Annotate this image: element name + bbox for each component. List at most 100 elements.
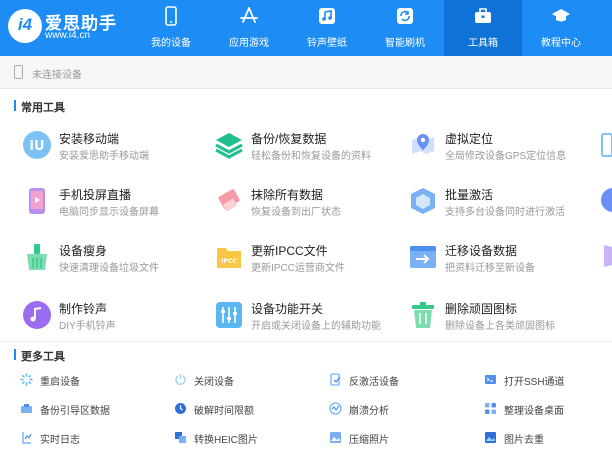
tool-screen-mirror[interactable]: 手机投屏直播 电脑同步显示设备屏幕 [22,183,212,223]
more-tool-ssh[interactable]: 打开SSH通道 [484,372,612,388]
deactivate-icon [330,373,341,386]
partial-tool-icon [604,245,612,267]
tool-migrate-data[interactable]: 迁移设备数据 把资料迁移至新设备 [408,239,598,279]
svg-text:iU: iU [29,139,44,154]
tool-desc: 更新IPCC运营商文件 [251,263,345,274]
tool-desc: 安装爱思助手移动端 [59,151,149,162]
nav-label: 我的设备 [151,38,191,49]
partial-tool-icon [601,188,612,212]
tool-backup-restore[interactable]: 备份/恢复数据 轻松备份和恢复设备的资料 [214,127,404,167]
eraser-icon [218,189,240,212]
toolbox-icon [475,8,491,23]
more-tool-crash-analysis[interactable]: 崩溃分析 [329,401,479,417]
clock-icon [175,403,186,414]
terminal-icon [485,375,496,384]
log-icon [22,432,32,444]
nav-label: 教程中心 [541,38,581,49]
nav-label: 工具箱 [468,38,498,49]
tool-feature-switch[interactable]: 设备功能开关 开启或关闭设备上的辅助功能 [214,297,404,337]
power-icon [175,374,186,385]
top-header: i4 爱思助手 www.i4.cn 我的设备 应用游戏 铃声壁纸 智能刷机 工具… [0,0,612,56]
tool-name: 删除顽固图标 [445,302,518,316]
more-tool-organize-desktop[interactable]: 整理设备桌面 [484,401,612,417]
tool-desc: 把资料迁移至新设备 [445,263,535,274]
more-tool-backup-boot[interactable]: 备份引导区数据 [20,401,170,417]
app-url: www.i4.cn [45,30,91,41]
app-logo[interactable]: i4 爱思助手 www.i4.cn [8,9,148,49]
compress-photo-icon [330,432,341,443]
more-tool-name: 实时日志 [40,435,80,446]
tool-desc: 电脑同步显示设备屏幕 [59,207,159,218]
tool-delete-stubborn-icons[interactable]: 删除顽固图标 删除设备上各类顽固图标 [408,297,598,337]
tool-name: 更新IPCC文件 [251,244,328,258]
device-status-bar: 未连接设备 [0,56,612,89]
svg-text:IPCC: IPCC [221,258,237,265]
layers-icon [215,133,243,159]
more-tool-name: 破解时间限额 [194,406,254,417]
nav-label: 铃声壁纸 [307,38,347,49]
more-tool-convert-heic[interactable]: 转换HEIC图片 [174,430,324,446]
tool-name: 安装移动端 [59,132,120,146]
section-title-more-tools: 更多工具 [14,348,65,364]
nav-apps-games[interactable]: 应用游戏 [210,0,288,56]
tool-name: 手机投屏直播 [59,188,132,202]
tool-desc: 删除设备上各类顽固图标 [445,321,555,332]
nav-smart-flash[interactable]: 智能刷机 [366,0,444,56]
nav-label: 应用游戏 [229,38,269,49]
tool-desc: 开启或关闭设备上的辅助功能 [251,321,381,332]
device-icon [14,65,23,79]
tool-desc: 恢复设备到出厂状态 [251,207,341,218]
nav-toolbox[interactable]: 工具箱 [444,0,522,56]
tool-update-ipcc[interactable]: IPCC 更新IPCC文件 更新IPCC运营商文件 [214,239,404,279]
more-tool-deactivate[interactable]: 反激活设备 [329,372,479,388]
nav-label: 智能刷机 [385,38,425,49]
migrate-icon [410,246,436,268]
more-tool-shutdown[interactable]: 关闭设备 [174,372,324,388]
tool-virtual-location[interactable]: 虚拟定位 全局修改设备GPS定位信息 [408,127,598,167]
nav-my-device[interactable]: 我的设备 [132,0,210,56]
more-tool-name: 压缩照片 [349,435,389,446]
tool-batch-activate[interactable]: 批量激活 支持多台设备同时进行激活 [408,183,598,223]
tool-desc: 轻松备份和恢复设备的资料 [251,151,371,162]
dedupe-image-icon [485,432,496,443]
grid-icon [485,403,496,414]
more-tool-name: 重启设备 [40,377,80,388]
more-tool-name: 打开SSH通道 [504,377,565,388]
music-icon [319,8,335,24]
partial-tool-icon [601,133,612,157]
more-tool-name: 崩溃分析 [349,406,389,417]
tool-device-slim[interactable]: 设备瘦身 快速清理设备垃圾文件 [22,239,212,279]
tool-name: 虚拟定位 [445,132,494,146]
tool-make-ringtone[interactable]: 制作铃声 DIY手机铃声 [22,297,212,337]
ringtone-icon [23,301,51,329]
phone-icon [165,6,177,26]
tool-desc: 支持多台设备同时进行激活 [445,207,565,218]
trash-icon [412,302,434,328]
section-divider [0,341,612,342]
tool-name: 批量激活 [445,188,494,202]
tool-name: 迁移设备数据 [445,244,518,258]
tool-install-mobile[interactable]: iU 安装移动端 安装爱思助手移动端 [22,127,212,167]
more-tool-compress-photo[interactable]: 压缩照片 [329,430,479,446]
tool-desc: DIY手机铃声 [59,321,116,332]
logo-mark: i4 [8,9,42,43]
restart-icon [20,373,33,386]
more-tool-name: 关闭设备 [194,377,234,388]
more-tool-dedupe-image[interactable]: 图片去重 [484,430,612,446]
batch-activate-icon [411,188,435,214]
nav-ringtones-wallpapers[interactable]: 铃声壁纸 [288,0,366,56]
graduation-cap-icon [552,9,570,22]
more-tool-restart[interactable]: 重启设备 [20,372,170,388]
logo-mark-text: i4 [17,15,33,34]
broom-icon [27,244,47,270]
tool-desc: 快速清理设备垃圾文件 [59,263,159,274]
app-store-icon [240,7,258,23]
tool-name: 设备瘦身 [59,244,108,258]
more-tool-realtime-log[interactable]: 实时日志 [20,430,170,446]
i4-install-icon: iU [23,131,51,159]
nav-tutorials[interactable]: 教程中心 [522,0,600,56]
backup-boot-icon [21,404,32,413]
tool-erase-all-data[interactable]: 抹除所有数据 恢复设备到出厂状态 [214,183,404,223]
tool-name: 设备功能开关 [251,302,324,316]
more-tool-time-limit[interactable]: 破解时间限额 [174,401,324,417]
